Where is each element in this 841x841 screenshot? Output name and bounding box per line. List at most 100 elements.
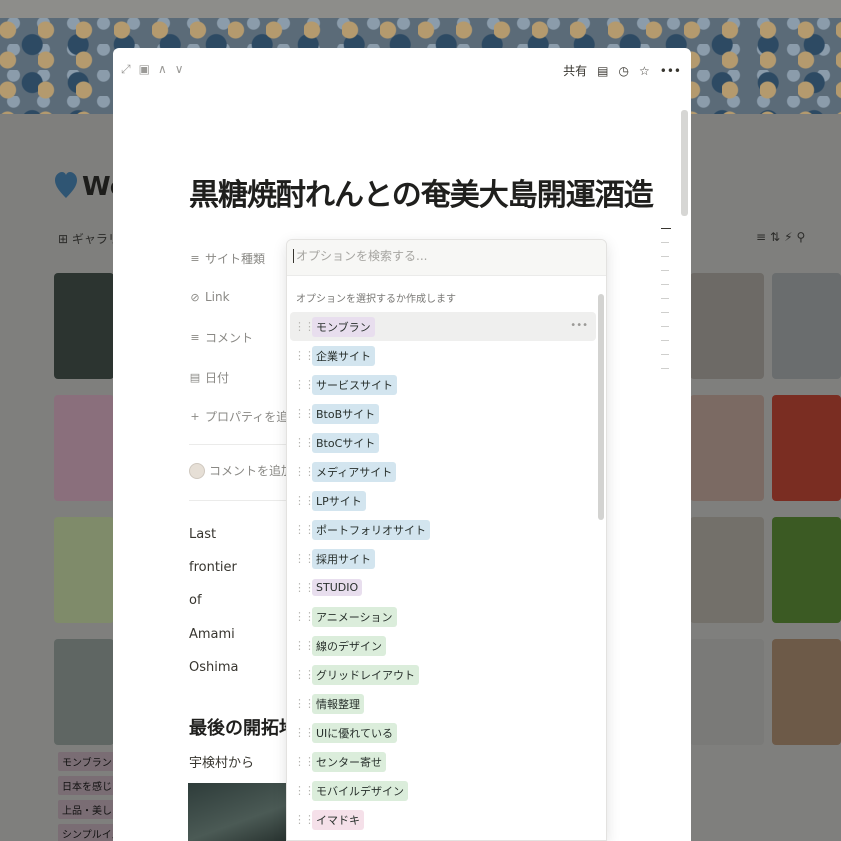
option-item[interactable]: ⋮⋮ センター寄せ [290, 747, 596, 776]
drag-handle-icon[interactable]: ⋮⋮ [294, 407, 315, 420]
toc-marker[interactable] [661, 242, 669, 243]
drag-handle-icon[interactable]: ⋮⋮ [294, 610, 315, 623]
option-tag[interactable]: 採用サイト [312, 548, 375, 569]
gallery-card[interactable] [690, 273, 764, 379]
gallery-card[interactable] [54, 273, 114, 379]
option-item[interactable]: ⋮⋮ モバイルデザイン [290, 776, 596, 805]
gallery-card[interactable] [54, 639, 114, 745]
body-text-line[interactable]: Amami [189, 627, 235, 642]
property-date[interactable]: ▤ 日付 [189, 369, 229, 386]
option-item[interactable]: ⋮⋮ BtoCサイト [290, 428, 596, 457]
toc-marker[interactable] [661, 368, 669, 369]
body-text-line[interactable]: of [189, 593, 202, 608]
drag-handle-icon[interactable]: ⋮⋮ [294, 494, 315, 507]
drag-handle-icon[interactable]: ⋮⋮ [294, 320, 315, 333]
option-tag[interactable]: BtoCサイト [312, 432, 380, 453]
modal-scrollbar[interactable] [681, 110, 688, 216]
option-tag[interactable]: モンブラン [312, 316, 375, 337]
option-tag[interactable]: 線のデザイン [312, 635, 386, 656]
option-item[interactable]: ⋮⋮ モンブラン ••• [290, 312, 596, 341]
toc-marker[interactable] [661, 270, 669, 271]
drag-handle-icon[interactable]: ⋮⋮ [294, 552, 315, 565]
option-tag[interactable]: センター寄せ [312, 751, 386, 772]
drag-handle-icon[interactable]: ⋮⋮ [294, 813, 315, 826]
gallery-card[interactable] [772, 517, 841, 623]
option-item[interactable]: ⋮⋮ ポートフォリオサイト [290, 515, 596, 544]
option-tag[interactable]: アニメーション [312, 606, 397, 627]
drag-handle-icon[interactable]: ⋮⋮ [294, 349, 315, 362]
option-tag[interactable]: LPサイト [312, 490, 366, 511]
chevron-down-icon[interactable]: ∨ [175, 62, 184, 77]
option-tag[interactable]: 情報整理 [312, 693, 364, 714]
option-item[interactable]: ⋮⋮ グリッドレイアウト [290, 660, 596, 689]
gallery-card[interactable] [772, 273, 841, 379]
gallery-card[interactable] [690, 517, 764, 623]
option-tag[interactable]: サービスサイト [312, 374, 397, 395]
clock-icon[interactable]: ◷ [619, 64, 629, 78]
section-subtext[interactable]: 宇検村から [189, 752, 254, 771]
property-site-type[interactable]: ≡ サイト種類 [189, 250, 265, 267]
option-item[interactable]: ⋮⋮ 採用サイト [290, 544, 596, 573]
share-button[interactable]: 共有 [563, 62, 587, 79]
database-toolbar-icons[interactable]: ≡⇅⚡⚲ [756, 230, 809, 244]
drag-handle-icon[interactable]: ⋮⋮ [294, 523, 315, 536]
gallery-card[interactable] [54, 517, 114, 623]
toc-marker[interactable] [661, 228, 671, 229]
option-item[interactable]: ⋮⋮ BtoBサイト [290, 399, 596, 428]
dropdown-scrollbar[interactable] [598, 294, 604, 520]
star-icon[interactable]: ☆ [639, 64, 650, 78]
drag-handle-icon[interactable]: ⋮⋮ [294, 755, 315, 768]
comment-icon[interactable]: ▤ [597, 64, 608, 78]
body-text-line[interactable]: frontier [189, 560, 237, 575]
option-tag[interactable]: STUDIO [312, 579, 363, 596]
option-item[interactable]: ⋮⋮ LPサイト [290, 486, 596, 515]
toc-marker[interactable] [661, 284, 669, 285]
drag-handle-icon[interactable]: ⋮⋮ [294, 436, 315, 449]
gallery-card[interactable] [772, 639, 841, 745]
expand-icon[interactable]: ⤢ [121, 62, 131, 77]
option-item[interactable]: ⋮⋮ イマドキ [290, 805, 596, 834]
gallery-card[interactable] [690, 639, 764, 745]
toc-marker[interactable] [661, 256, 669, 257]
gallery-card[interactable] [690, 395, 764, 501]
property-link[interactable]: ⊘ Link [189, 290, 229, 304]
option-tag[interactable]: グリッドレイアウト [312, 664, 419, 685]
layout-icon[interactable]: ▣ [139, 62, 150, 77]
option-tag[interactable]: メディアサイト [312, 461, 397, 482]
drag-handle-icon[interactable]: ⋮⋮ [294, 726, 315, 739]
option-tag[interactable]: 企業サイト [312, 345, 375, 366]
option-item[interactable]: ⋮⋮ 情報整理 [290, 689, 596, 718]
option-tag[interactable]: UIに優れている [312, 722, 397, 743]
toc-marker[interactable] [661, 298, 669, 299]
option-item[interactable]: ⋮⋮ UIに優れている [290, 718, 596, 747]
body-text-line[interactable]: Oshima [189, 660, 239, 675]
option-search-input[interactable] [293, 249, 593, 263]
body-text-line[interactable]: Last [189, 527, 216, 542]
option-item[interactable]: ⋮⋮ メディアサイト [290, 457, 596, 486]
option-tag[interactable]: モバイルデザイン [312, 780, 408, 801]
gallery-card[interactable] [54, 395, 114, 501]
drag-handle-icon[interactable]: ⋮⋮ [294, 378, 315, 391]
property-comment[interactable]: ≡ コメント [189, 329, 253, 346]
page-title[interactable]: 黒糖焼酎れんとの奄美大島開運酒造 [189, 170, 654, 214]
toc-marker[interactable] [661, 312, 669, 313]
drag-handle-icon[interactable]: ⋮⋮ [294, 697, 315, 710]
more-options-button[interactable]: ••• [660, 64, 681, 78]
option-item[interactable]: ⋮⋮ アニメーション [290, 602, 596, 631]
option-item[interactable]: ⋮⋮ STUDIO [290, 573, 596, 602]
chevron-up-icon[interactable]: ∧ [158, 62, 167, 77]
option-item[interactable]: ⋮⋮ サービスサイト [290, 370, 596, 399]
table-of-contents-minimap[interactable] [661, 228, 671, 382]
option-tag[interactable]: BtoBサイト [312, 403, 380, 424]
toc-marker[interactable] [661, 340, 669, 341]
toc-marker[interactable] [661, 354, 669, 355]
option-item[interactable]: ⋮⋮ 企業サイト [290, 341, 596, 370]
drag-handle-icon[interactable]: ⋮⋮ [294, 668, 315, 681]
drag-handle-icon[interactable]: ⋮⋮ [294, 639, 315, 652]
drag-handle-icon[interactable]: ⋮⋮ [294, 784, 315, 797]
gallery-card[interactable] [772, 395, 841, 501]
option-item[interactable]: ⋮⋮ 線のデザイン [290, 631, 596, 660]
drag-handle-icon[interactable]: ⋮⋮ [294, 465, 315, 478]
option-tag[interactable]: イマドキ [312, 809, 364, 830]
toc-marker[interactable] [661, 326, 669, 327]
